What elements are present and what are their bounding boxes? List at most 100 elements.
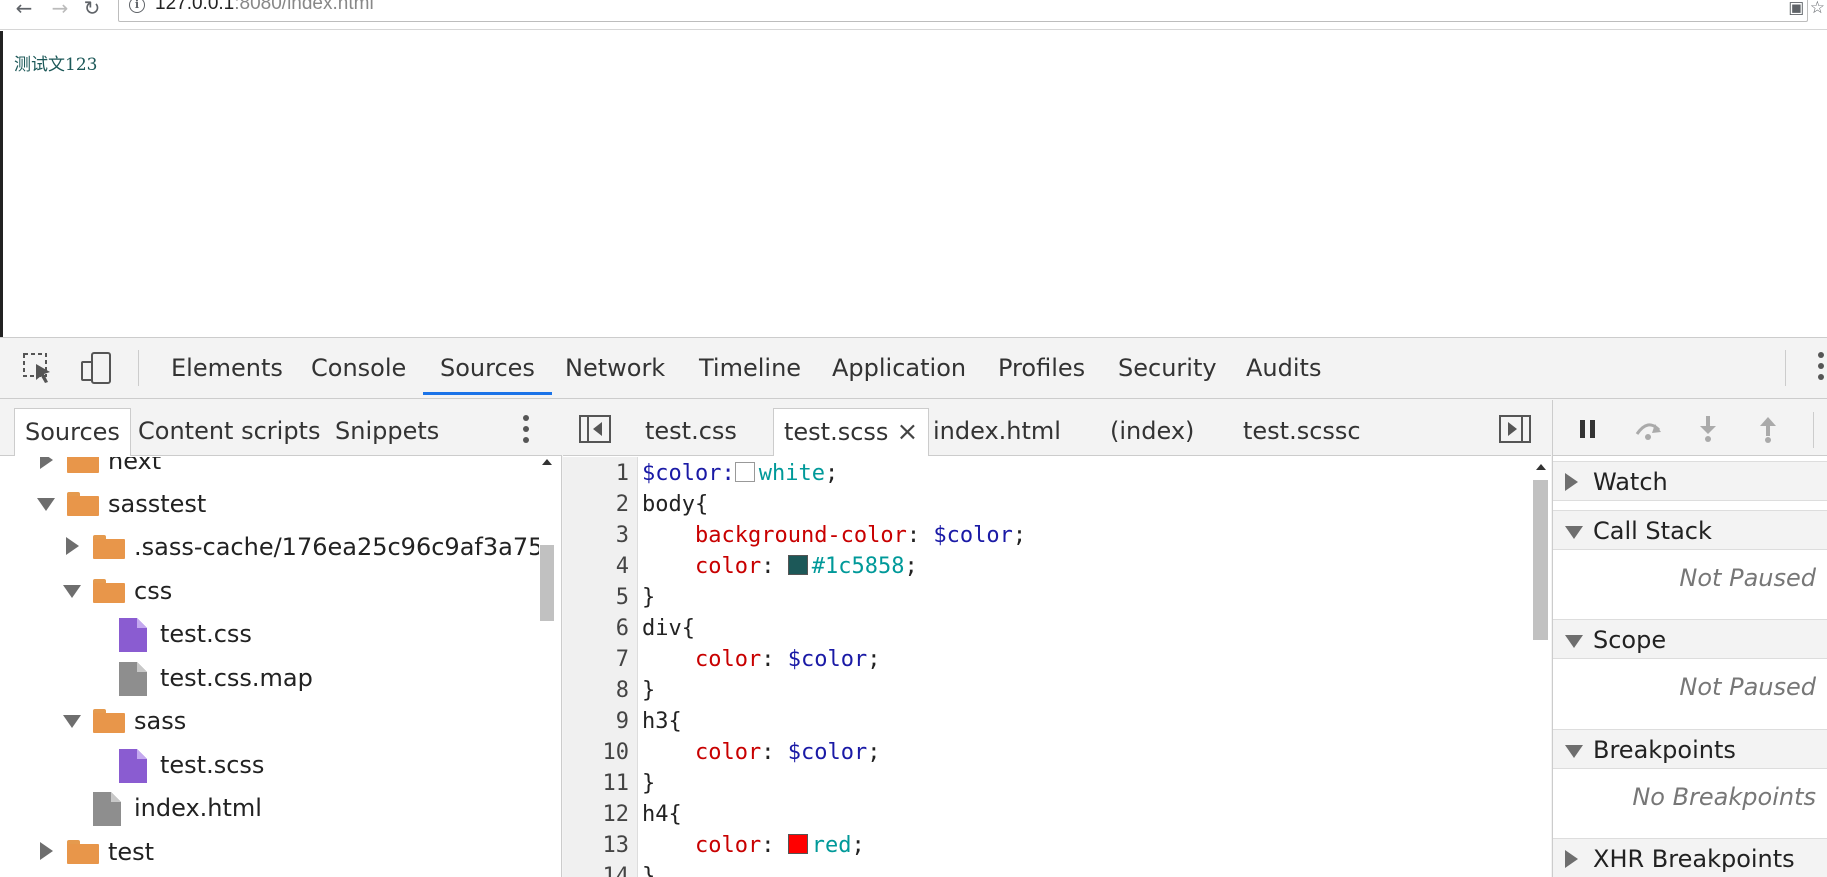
line-number[interactable]: 14 <box>603 861 630 877</box>
scroll-up-arrow-icon[interactable] <box>542 459 552 465</box>
editor-tab-test-css[interactable]: test.css <box>645 408 737 456</box>
line-number[interactable]: 1 <box>616 458 629 489</box>
code-line-5[interactable]: } <box>642 582 655 613</box>
section-watch[interactable]: Watch <box>1553 461 1827 501</box>
editor-tab-test-scssc[interactable]: test.scssc <box>1243 408 1361 456</box>
color-swatch-white[interactable] <box>734 462 755 482</box>
line-number[interactable]: 5 <box>616 582 629 613</box>
tab-security[interactable]: Security <box>1118 351 1217 395</box>
code-line-7[interactable]: color: $color; <box>642 644 880 675</box>
editor-scrollbar-thumb[interactable] <box>1533 480 1548 640</box>
code-line-3[interactable]: background-color: $color; <box>642 520 1026 551</box>
expand-arrow-icon[interactable] <box>66 537 79 555</box>
code-line-4[interactable]: color: #1c5858; <box>642 551 918 582</box>
tab-elements[interactable]: Elements <box>171 351 283 395</box>
tab-console[interactable]: Console <box>311 351 406 395</box>
inspect-element-icon[interactable] <box>20 350 56 386</box>
tree-item-test-scss[interactable]: test.scss <box>0 745 548 785</box>
nav-tab-content-scripts[interactable]: Content scripts <box>138 408 320 456</box>
tree-scrollbar-thumb[interactable] <box>540 545 554 621</box>
forward-icon[interactable]: → <box>48 0 72 20</box>
code-line-9[interactable]: h3{ <box>642 706 682 737</box>
tree-item-sass[interactable]: sass <box>0 701 548 741</box>
tree-item-test-css[interactable]: test.css <box>0 614 548 654</box>
line-number[interactable]: 13 <box>603 830 630 861</box>
folder-icon <box>67 457 99 473</box>
code-line-13[interactable]: color: red; <box>642 830 865 861</box>
site-info-icon[interactable]: i <box>129 0 145 13</box>
tab-profiles[interactable]: Profiles <box>998 351 1085 395</box>
code-line-14[interactable]: } <box>642 861 655 877</box>
color-swatch-teal[interactable] <box>787 555 808 575</box>
section-breakpoints[interactable]: Breakpoints <box>1553 729 1827 769</box>
line-number[interactable]: 9 <box>616 706 629 737</box>
section-xhr-breakpoints[interactable]: XHR Breakpoints <box>1553 838 1827 877</box>
editor-tab-test-scss[interactable]: test.scss × <box>773 408 930 456</box>
url-text: 127.0.0.1:8080/index.html <box>155 0 374 14</box>
collapse-arrow-icon[interactable] <box>37 498 55 511</box>
device-toolbar-icon[interactable] <box>78 350 114 386</box>
collapse-arrow-icon[interactable] <box>1565 745 1583 758</box>
step-out-icon[interactable] <box>1753 414 1783 444</box>
code-line-2[interactable]: body{ <box>642 489 708 520</box>
line-number[interactable]: 6 <box>616 613 629 644</box>
collapse-arrow-icon[interactable] <box>1565 526 1583 539</box>
editor-tab-index[interactable]: (index) <box>1110 408 1194 456</box>
step-into-icon[interactable] <box>1693 414 1723 444</box>
collapse-arrow-icon[interactable] <box>63 715 81 728</box>
tree-item-index-html[interactable]: index.html <box>0 788 548 828</box>
tree-item-label: test.css <box>160 620 252 648</box>
line-number[interactable]: 12 <box>603 799 630 830</box>
tree-item-next[interactable]: next <box>0 457 548 481</box>
line-number[interactable]: 3 <box>616 520 629 551</box>
code-line-12[interactable]: h4{ <box>642 799 682 830</box>
toggle-debugger-icon[interactable] <box>1499 415 1531 443</box>
code-line-8[interactable]: } <box>642 675 655 706</box>
scroll-up-arrow-icon[interactable] <box>1536 464 1546 470</box>
tree-item-sass-cache[interactable]: .sass-cache/176ea25c96c9af3a75eb <box>0 527 548 567</box>
address-bar[interactable]: i 127.0.0.1:8080/index.html <box>118 0 1808 22</box>
tree-item-test[interactable]: test <box>0 832 548 872</box>
line-number[interactable]: 4 <box>616 551 629 582</box>
tree-item-css[interactable]: css <box>0 571 548 611</box>
line-number[interactable]: 7 <box>616 644 629 675</box>
tab-sources[interactable]: Sources <box>423 351 552 395</box>
bookmark-star-icon[interactable]: ☆ <box>1810 0 1825 18</box>
code-line-1[interactable]: $color: white; <box>642 458 838 489</box>
line-number[interactable]: 2 <box>616 489 629 520</box>
reload-icon[interactable]: ↻ <box>80 0 104 20</box>
collapse-arrow-icon[interactable] <box>1565 635 1583 648</box>
tab-audits[interactable]: Audits <box>1246 351 1321 395</box>
editor-tab-index-html[interactable]: index.html <box>933 408 1061 456</box>
expand-arrow-icon[interactable] <box>1565 473 1578 491</box>
tab-application[interactable]: Application <box>832 351 966 395</box>
translate-icon[interactable]: ▣ <box>1788 0 1804 18</box>
pause-icon[interactable] <box>1573 414 1603 444</box>
tab-network[interactable]: Network <box>565 351 665 395</box>
tree-item-sasstest[interactable]: sasstest <box>0 484 548 524</box>
code-line-6[interactable]: div{ <box>642 613 695 644</box>
code-line-11[interactable]: } <box>642 768 655 799</box>
close-tab-icon[interactable]: × <box>896 417 918 447</box>
call-stack-body: Not Paused <box>1553 551 1827 605</box>
expand-arrow-icon[interactable] <box>1565 850 1578 868</box>
line-number[interactable]: 11 <box>603 768 630 799</box>
navigator-menu-icon[interactable] <box>523 415 529 448</box>
expand-arrow-icon[interactable] <box>40 457 53 469</box>
tab-timeline[interactable]: Timeline <box>699 351 801 395</box>
section-call-stack[interactable]: Call Stack <box>1553 510 1827 550</box>
toggle-navigator-icon[interactable] <box>579 415 611 443</box>
line-number[interactable]: 8 <box>616 675 629 706</box>
collapse-arrow-icon[interactable] <box>63 585 81 598</box>
step-over-icon[interactable] <box>1633 414 1663 444</box>
nav-tab-sources[interactable]: Sources <box>14 408 131 456</box>
section-scope[interactable]: Scope <box>1553 619 1827 659</box>
tree-item-test-css-map[interactable]: test.css.map <box>0 658 548 698</box>
devtools-menu-icon[interactable] <box>1818 352 1824 385</box>
code-line-10[interactable]: color: $color; <box>642 737 880 768</box>
back-icon[interactable]: ← <box>12 0 36 20</box>
expand-arrow-icon[interactable] <box>40 842 53 860</box>
line-number[interactable]: 10 <box>603 737 630 768</box>
nav-tab-snippets[interactable]: Snippets <box>335 408 439 456</box>
color-swatch-red[interactable] <box>787 834 808 854</box>
